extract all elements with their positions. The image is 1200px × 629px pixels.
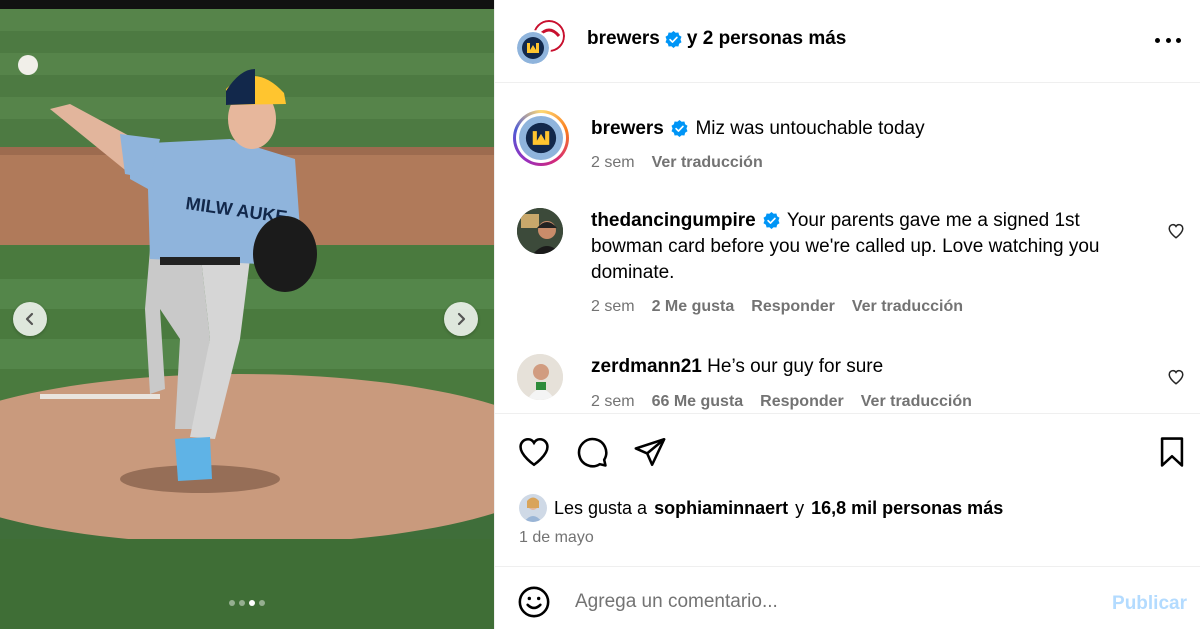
comment-text: zerdmann21 He’s our guy for sure: [591, 354, 1151, 380]
chevron-right-icon: [457, 312, 466, 326]
comment-reply-button[interactable]: Responder: [760, 393, 844, 411]
comment-time[interactable]: 2 sem: [591, 298, 635, 316]
publish-button[interactable]: Publicar: [1112, 593, 1187, 615]
carousel-indicator: [0, 600, 494, 606]
comment-translate-link[interactable]: Ver traducción: [861, 393, 972, 411]
comment-meta: 2 sem 2 Me gusta Responder Ver traducció…: [591, 298, 963, 316]
collab-others-link[interactable]: y 2 personas más: [687, 28, 846, 50]
carousel-dot: [259, 600, 265, 606]
carousel-next-button[interactable]: [444, 302, 478, 336]
liker-avatar[interactable]: [519, 494, 547, 522]
comment-avatar[interactable]: [517, 208, 563, 254]
user-avatar-icon: [519, 494, 547, 522]
like-heart-icon[interactable]: [517, 435, 551, 469]
comment-reply-button[interactable]: Responder: [751, 298, 835, 316]
comment-item: zerdmann21 He’s our guy for sure 2 sem 6…: [517, 354, 1184, 413]
collab-avatars[interactable]: [515, 18, 567, 66]
caption-body: Miz was untouchable today: [695, 118, 925, 139]
comment-item: thedancingumpire Your parents gave me a …: [517, 208, 1184, 318]
comment-likes-count[interactable]: 66 Me gusta: [652, 393, 744, 411]
comment-username[interactable]: zerdmann21: [591, 356, 702, 377]
brewers-logo-icon: [517, 32, 549, 64]
post-details-panel: brewers y 2 personas más brewers Miz was…: [494, 0, 1200, 629]
comment-username[interactable]: thedancingumpire: [591, 210, 756, 231]
post-header: brewers y 2 personas más: [495, 0, 1200, 83]
comment-bubble-icon[interactable]: [575, 435, 609, 469]
more-options-button[interactable]: [1155, 30, 1181, 50]
caption-meta: 2 sem Ver traducción: [591, 154, 763, 172]
emoji-picker-icon[interactable]: [517, 585, 551, 619]
user-avatar-icon: [517, 208, 563, 254]
caption-username[interactable]: brewers: [591, 118, 664, 139]
more-dot-icon: [1176, 37, 1181, 43]
caption-text: brewers Miz was untouchable today: [591, 116, 1151, 142]
comment-meta: 2 sem 66 Me gusta Responder Ver traducci…: [591, 393, 972, 411]
brewers-avatar[interactable]: [515, 30, 551, 66]
verified-badge-icon: [671, 120, 688, 138]
chevron-left-icon: [25, 312, 34, 326]
comment-input[interactable]: [575, 587, 1075, 617]
likes-prefix: Les gusta a: [554, 497, 648, 518]
caption-translate-link[interactable]: Ver traducción: [652, 154, 763, 172]
brewers-logo-icon: [519, 116, 563, 160]
caption-avatar-story-ring[interactable]: [513, 110, 569, 166]
post-date[interactable]: 1 de mayo: [519, 529, 594, 547]
media-top-bar: [0, 0, 494, 9]
carousel-prev-button[interactable]: [13, 302, 47, 336]
carousel-dot: [229, 600, 235, 606]
comment-text: thedancingumpire Your parents gave me a …: [591, 208, 1151, 286]
carousel-dot: [239, 600, 245, 606]
likes-others-link[interactable]: 16,8 mil personas más: [811, 498, 1003, 519]
verified-badge-icon: [763, 212, 780, 230]
post-media[interactable]: MILW AUKE: [0, 0, 494, 629]
comment-like-heart-icon[interactable]: [1167, 222, 1185, 240]
caption-time[interactable]: 2 sem: [591, 154, 635, 172]
save-bookmark-icon[interactable]: [1155, 435, 1189, 469]
comment-likes-count[interactable]: 2 Me gusta: [652, 298, 735, 316]
liker-username[interactable]: sophiaminnaert: [654, 498, 788, 519]
comment-time[interactable]: 2 sem: [591, 393, 635, 411]
post-photo: MILW AUKE: [0, 9, 494, 629]
caption: brewers Miz was untouchable today 2 sem …: [513, 110, 1177, 182]
share-send-icon[interactable]: [633, 435, 667, 469]
likes-connector: y: [795, 497, 805, 518]
comment-avatar[interactable]: [517, 354, 563, 400]
likes-summary: Les gusta a sophiaminnaert y 16,8 mil pe…: [519, 494, 1003, 522]
comment-translate-link[interactable]: Ver traducción: [852, 298, 963, 316]
comments-list[interactable]: brewers Miz was untouchable today 2 sem …: [495, 84, 1200, 414]
post-author-line: brewers y 2 personas más: [587, 28, 846, 50]
comment-body: He’s our guy for sure: [707, 356, 884, 377]
user-avatar-icon: [517, 354, 563, 400]
more-dot-icon: [1165, 37, 1171, 43]
carousel-dot-active: [249, 600, 255, 606]
verified-badge-icon: [665, 30, 682, 48]
header-username[interactable]: brewers: [587, 28, 660, 50]
add-comment-bar: Publicar: [495, 566, 1200, 629]
post-actions-bar: [495, 415, 1200, 495]
comment-like-heart-icon[interactable]: [1167, 368, 1185, 386]
more-dot-icon: [1155, 37, 1160, 43]
